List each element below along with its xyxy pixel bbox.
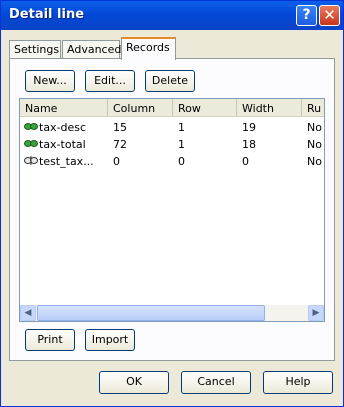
chevron-left-icon: ◀ [24, 308, 32, 318]
close-icon: ✕ [323, 6, 336, 24]
delete-label: Delete [151, 74, 189, 87]
unlinked-icon [24, 156, 38, 165]
chevron-right-icon: ▶ [312, 308, 320, 318]
edit-button[interactable]: Edit... [85, 70, 135, 92]
table-row[interactable]: test_tax... 0 0 0 No [20, 153, 324, 170]
column-header-width[interactable]: Width [237, 99, 302, 117]
close-button[interactable]: ✕ [319, 5, 340, 26]
tab-settings[interactable]: Settings [9, 40, 61, 58]
cell-name: test_tax... [39, 155, 94, 168]
cell-ru: No [307, 155, 322, 168]
cancel-label: Cancel [197, 375, 235, 388]
cell-width: 18 [242, 138, 256, 151]
delete-button[interactable]: Delete [145, 70, 195, 92]
cell-width: 19 [242, 121, 256, 134]
import-label: Import [91, 333, 129, 346]
help-button[interactable]: Help [263, 371, 333, 394]
cell-column: 15 [113, 121, 127, 134]
column-header-column[interactable]: Column [108, 99, 173, 117]
new-label: New... [33, 74, 67, 87]
print-label: Print [37, 333, 63, 346]
cell-column: 72 [113, 138, 127, 151]
linked-icon [24, 123, 38, 130]
cell-ru: No [307, 138, 322, 151]
cell-column: 0 [113, 155, 120, 168]
ok-button[interactable]: OK [99, 371, 169, 394]
table-row[interactable]: tax-desc 15 1 19 No [20, 119, 324, 136]
help-title-button[interactable]: ? [296, 5, 317, 26]
print-button[interactable]: Print [25, 329, 75, 351]
cell-width: 0 [242, 155, 249, 168]
column-header-ru[interactable]: Ru [302, 99, 324, 117]
question-icon: ? [302, 7, 311, 23]
title-bar: Detail line ? ✕ [1, 1, 343, 30]
records-list[interactable]: Name Column Row Width Ru tax-desc 15 1 1… [19, 98, 325, 322]
cell-row: 0 [178, 155, 185, 168]
column-header-row[interactable]: Row [173, 99, 237, 117]
table-row[interactable]: tax-total 72 1 18 No [20, 136, 324, 153]
scroll-thumb[interactable] [37, 305, 265, 321]
detail-line-dialog: Detail line ? ✕ Settings Advanced Record… [0, 0, 344, 407]
cancel-button[interactable]: Cancel [181, 371, 251, 394]
ok-label: OK [126, 375, 142, 388]
tab-records[interactable]: Records [121, 37, 176, 60]
linked-icon [24, 140, 38, 147]
edit-label: Edit... [94, 74, 126, 87]
horizontal-scrollbar[interactable]: ◀ ▶ [20, 304, 324, 321]
cell-name: tax-total [39, 138, 86, 151]
tab-label: Settings [14, 43, 60, 56]
cell-name: tax-desc [39, 121, 87, 134]
column-header-name[interactable]: Name [20, 99, 108, 117]
cell-row: 1 [178, 121, 185, 134]
help-label: Help [285, 375, 311, 388]
window-title: Detail line [9, 7, 85, 22]
tab-label: Records [126, 41, 170, 54]
cell-row: 1 [178, 138, 185, 151]
tab-label: Advanced [67, 43, 122, 56]
scroll-right-button[interactable]: ▶ [308, 305, 324, 321]
new-button[interactable]: New... [25, 70, 75, 92]
scroll-left-button[interactable]: ◀ [20, 305, 36, 321]
tab-advanced[interactable]: Advanced [62, 40, 122, 58]
cell-ru: No [307, 121, 322, 134]
import-button[interactable]: Import [85, 329, 135, 351]
